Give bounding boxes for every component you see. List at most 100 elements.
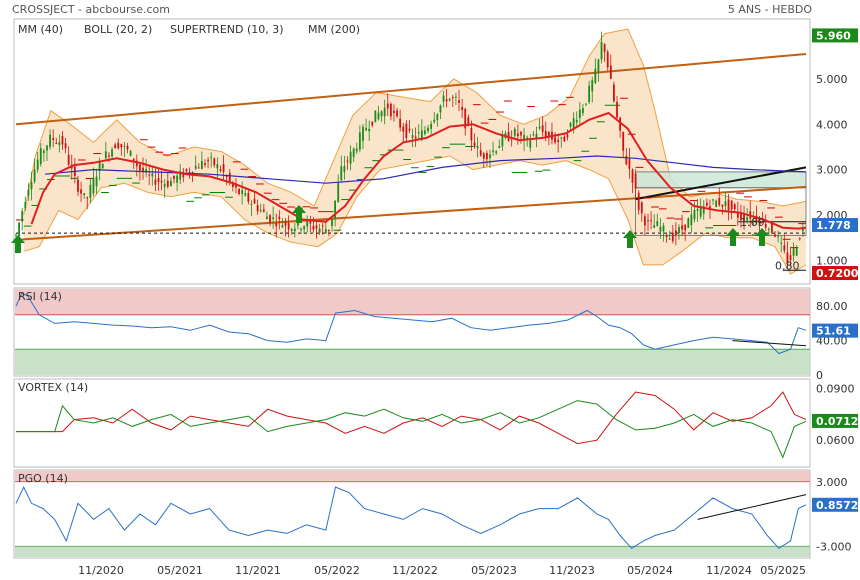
candle-body — [529, 140, 532, 148]
candle-body — [622, 131, 625, 151]
candle-body — [433, 119, 436, 122]
candle-body — [448, 98, 451, 101]
candle-body — [566, 134, 569, 138]
candle-body — [33, 169, 36, 182]
candle-body — [256, 205, 259, 212]
candle-body — [408, 128, 411, 131]
candle-body — [445, 99, 448, 102]
annotation-080: 0.80 — [775, 259, 800, 272]
candle-body — [393, 110, 395, 113]
candle-body — [83, 193, 86, 195]
candle-body — [389, 103, 392, 117]
candle-body — [176, 175, 178, 183]
x-tick-label: 11/2020 — [78, 564, 124, 577]
candle-body — [49, 134, 51, 147]
candle-body — [665, 235, 668, 238]
candle-body — [365, 128, 367, 131]
candle-body — [352, 148, 355, 157]
badge-last: 1.778 — [816, 219, 851, 232]
candle-body — [718, 198, 721, 206]
rsi-y-tick: 0 — [816, 369, 823, 382]
candle-body — [411, 134, 414, 138]
pgo-y-tick: -3.000 — [816, 540, 851, 553]
candle-body — [200, 161, 203, 170]
candle-body — [486, 152, 488, 160]
candle-body — [197, 167, 200, 169]
candle-body — [154, 179, 157, 185]
rsi-oversold-zone — [15, 349, 810, 375]
candle-body — [355, 148, 358, 152]
candle-body — [442, 95, 445, 102]
candle-body — [58, 142, 61, 146]
candle-body — [417, 132, 420, 134]
candle-body — [349, 151, 352, 164]
candle-body — [129, 150, 132, 156]
rsi-y-tick: 80.00 — [816, 300, 848, 313]
candle-body — [95, 176, 98, 187]
candle-body — [303, 226, 306, 230]
candle-body — [24, 202, 27, 209]
candle-body — [705, 202, 708, 206]
candle-body — [582, 108, 584, 114]
annotation-169: 1.69 — [740, 216, 765, 229]
candle-body — [399, 118, 402, 128]
candle-body — [575, 120, 578, 123]
candle-body — [163, 184, 166, 187]
rsi-legend: RSI (14) — [18, 290, 62, 303]
candle-body — [451, 97, 454, 99]
candle-body — [764, 223, 767, 228]
candle-body — [405, 123, 408, 139]
candle-body — [210, 156, 213, 158]
candle-body — [687, 218, 690, 228]
x-tick-label: 11/2023 — [549, 564, 595, 577]
candle-body — [247, 193, 250, 202]
candle-body — [324, 229, 327, 234]
candle-body — [634, 173, 637, 189]
candle-body — [139, 164, 141, 171]
candle-body — [678, 227, 680, 234]
candle-body — [532, 134, 535, 136]
candle-body — [557, 139, 560, 142]
x-tick-label: 11/2021 — [235, 564, 281, 577]
rsi-overbought-zone — [15, 289, 810, 315]
candle-body — [362, 126, 364, 141]
candle-body — [498, 145, 501, 149]
candle-body — [727, 199, 730, 211]
candle-body — [315, 225, 318, 229]
candle-body — [204, 163, 206, 165]
candle-body — [668, 238, 671, 240]
candle-body — [516, 133, 519, 137]
candle-body — [640, 202, 643, 214]
candle-body — [724, 201, 727, 207]
chart-title-left: CROSSJECT - abcbourse.com — [12, 3, 170, 16]
candle-body — [628, 158, 631, 169]
candle-body — [588, 85, 591, 103]
candle-body — [185, 169, 188, 172]
y-tick-label: 5.000 — [816, 73, 848, 86]
y-tick-label: 3.000 — [816, 164, 848, 177]
candle-body — [222, 164, 225, 172]
candle-body — [616, 101, 618, 118]
candle-body — [473, 142, 476, 148]
candle-body — [541, 125, 544, 132]
candle-body — [631, 169, 634, 183]
vortex-badge: 0.0712 — [816, 415, 858, 428]
vortex-legend: VORTEX (14) — [18, 381, 88, 394]
candle-body — [250, 203, 253, 205]
candle-body — [61, 136, 64, 145]
candle-body — [300, 228, 302, 231]
candle-body — [690, 214, 693, 226]
y-tick-label: 1.000 — [816, 254, 848, 267]
candle-body — [42, 150, 45, 154]
candle-body — [591, 80, 594, 92]
candle-body — [597, 59, 600, 72]
candle-body — [306, 220, 309, 227]
x-tick-label: 11/2024 — [706, 564, 752, 577]
candle-body — [213, 158, 216, 166]
candle-body — [253, 198, 256, 204]
candle-body — [609, 65, 612, 79]
candle-body — [340, 166, 343, 181]
candle-body — [520, 131, 522, 136]
candle-body — [293, 228, 296, 232]
vortex-y-tick: 0.0900 — [816, 383, 855, 396]
